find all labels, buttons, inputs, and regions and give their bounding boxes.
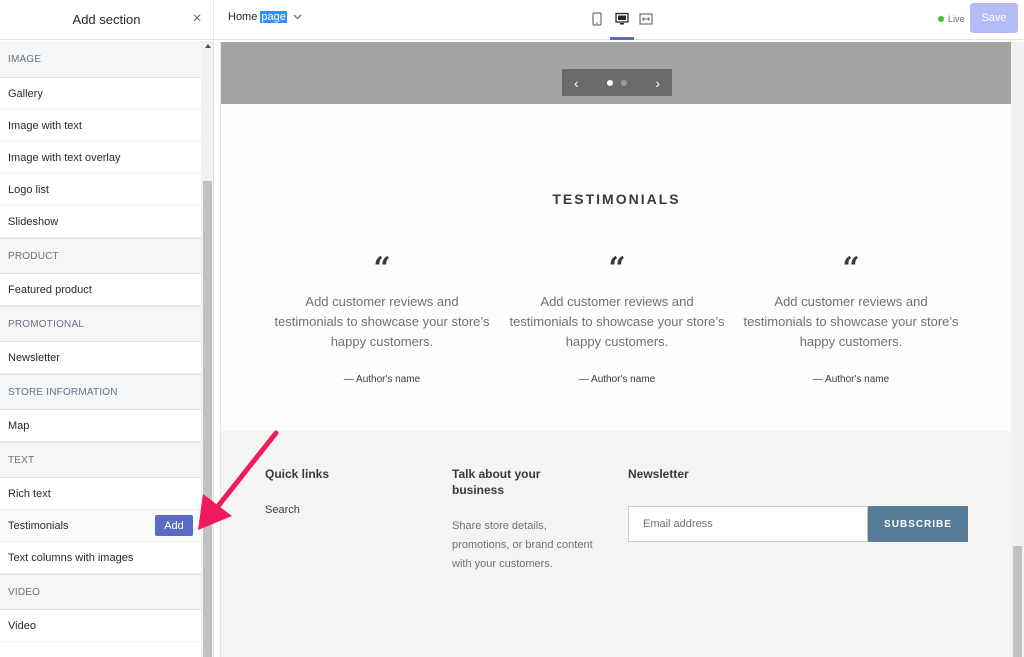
category-video: VIDEO	[0, 574, 201, 610]
quick-links-heading: Quick links	[265, 467, 330, 481]
section-item-video[interactable]: Video	[0, 610, 201, 642]
add-section-panel: Add section × IMAGE Gallery Image with t…	[0, 0, 214, 657]
category-store-information: STORE INFORMATION	[0, 374, 201, 410]
section-item-rich-text[interactable]: Rich text	[0, 478, 201, 510]
section-item-featured-product[interactable]: Featured product	[0, 274, 201, 306]
category-image: IMAGE	[0, 41, 201, 78]
scroll-up-arrow-icon[interactable]	[205, 44, 211, 48]
testimonial-author: — Author's name	[578, 374, 656, 385]
quote-icon: “	[842, 251, 860, 286]
testimonials-section: TESTIMONIALS “ Add customer reviews and …	[221, 104, 1011, 431]
category-text: TEXT	[0, 442, 201, 478]
mobile-view-icon[interactable]	[588, 10, 606, 28]
section-item-slideshow[interactable]: Slideshow	[0, 206, 201, 238]
slide-dots	[607, 79, 627, 86]
slide-dot[interactable]	[621, 79, 627, 86]
editor-topbar: Home page Live Save	[214, 0, 1024, 40]
testimonial-author: — Author's name	[812, 374, 890, 385]
panel-header: Add section ×	[0, 0, 213, 40]
section-item-text-columns-with-images[interactable]: Text columns with images	[0, 542, 201, 574]
close-icon[interactable]: ×	[189, 11, 205, 27]
testimonial-text: Add customer reviews and testimonials to…	[509, 294, 725, 349]
live-label: Live	[948, 14, 965, 24]
about-heading: Talk about your business	[452, 467, 541, 497]
save-button[interactable]: Save	[970, 3, 1018, 33]
slide-dot[interactable]	[607, 79, 613, 86]
quote-icon: “	[608, 251, 626, 286]
footer-link-search[interactable]: Search	[265, 504, 300, 516]
section-item-logo-list[interactable]: Logo list	[0, 174, 201, 206]
add-section-button[interactable]: Add	[155, 515, 193, 536]
preview-scrollbar[interactable]	[1011, 42, 1024, 657]
category-promotional: PROMOTIONAL	[0, 306, 201, 342]
section-item-testimonials[interactable]: Testimonials Add	[0, 510, 201, 542]
section-item-image-with-text-overlay[interactable]: Image with text overlay	[0, 142, 201, 174]
chevron-down-icon	[293, 12, 302, 22]
slideshow-section: ‹ ›	[221, 42, 1011, 104]
preview-scroll-thumb[interactable]	[1013, 546, 1022, 657]
testimonial-card: “ Add customer reviews and testimonials …	[272, 251, 492, 386]
testimonial-author: — Author's name	[343, 374, 421, 385]
theme-preview: ‹ › TESTIMONIALS “ Add customer reviews …	[220, 42, 1011, 657]
previous-slide-icon[interactable]: ‹	[574, 75, 579, 91]
testimonial-card: “ Add customer reviews and testimonials …	[507, 251, 727, 386]
sidebar-scroll-thumb[interactable]	[203, 181, 212, 657]
testimonials-title: TESTIMONIALS	[552, 191, 681, 207]
live-status-dot-icon	[938, 16, 944, 22]
store-footer: Quick links Search Talk about your busin…	[221, 431, 1011, 657]
section-item-label: Testimonials	[8, 519, 69, 532]
next-slide-icon[interactable]: ›	[655, 75, 660, 91]
panel-title: Add section	[72, 12, 141, 27]
slideshow-controls: ‹ ›	[562, 69, 672, 96]
testimonial-text: Add customer reviews and testimonials to…	[743, 294, 959, 349]
email-input[interactable]	[628, 506, 868, 542]
section-list: IMAGE Gallery Image with text Image with…	[0, 41, 201, 642]
sidebar-scrollbar[interactable]	[201, 41, 213, 657]
fullscreen-view-icon[interactable]	[637, 10, 655, 28]
testimonial-card: “ Add customer reviews and testimonials …	[741, 251, 961, 386]
desktop-view-icon[interactable]	[613, 10, 631, 28]
page-selector-selected-text: page	[260, 11, 287, 23]
section-item-gallery[interactable]: Gallery	[0, 78, 201, 110]
section-item-map[interactable]: Map	[0, 410, 201, 442]
page-selector-prefix: Home	[228, 11, 261, 23]
section-item-newsletter[interactable]: Newsletter	[0, 342, 201, 374]
section-item-image-with-text[interactable]: Image with text	[0, 110, 201, 142]
quote-icon: “	[373, 251, 391, 286]
category-product: PRODUCT	[0, 238, 201, 274]
subscribe-button[interactable]: SUBSCRIBE	[868, 506, 968, 542]
active-view-indicator	[610, 37, 634, 40]
testimonial-text: Add customer reviews and testimonials to…	[274, 294, 490, 349]
newsletter-heading: Newsletter	[628, 467, 689, 481]
about-text: Share store details, promotions, or bran…	[452, 520, 593, 570]
live-status: Live	[938, 14, 965, 24]
page-selector[interactable]: Home page	[228, 11, 302, 23]
